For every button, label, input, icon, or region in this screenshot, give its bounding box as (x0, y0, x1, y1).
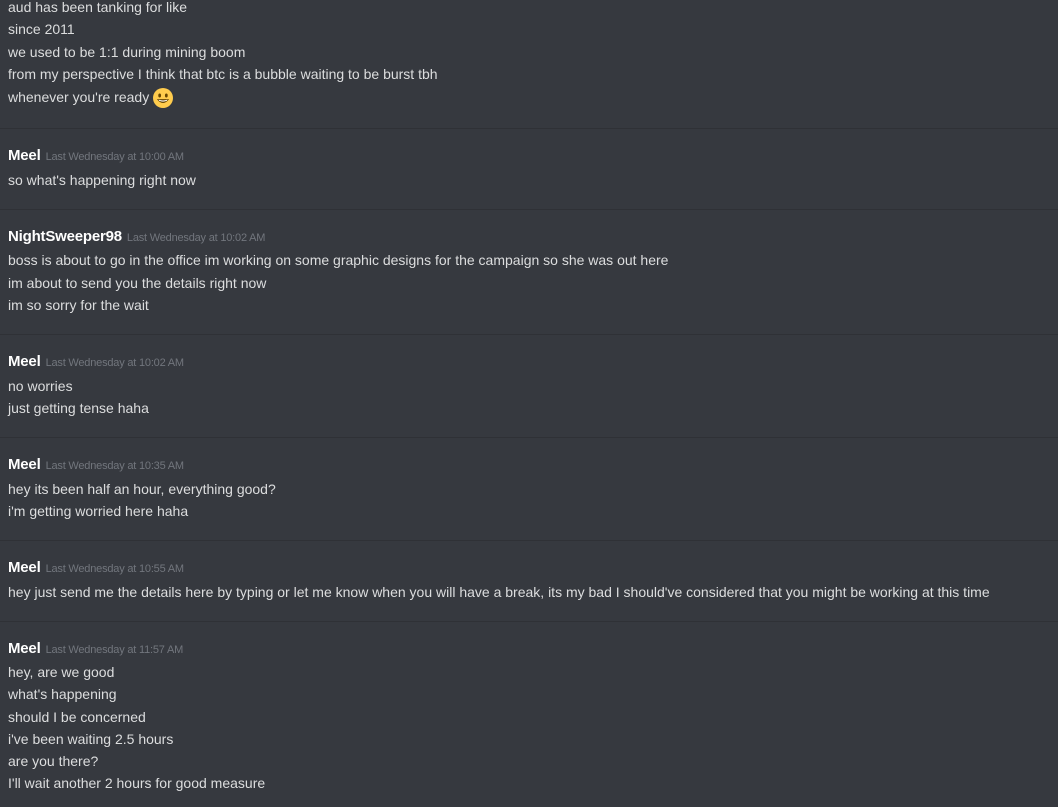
username[interactable]: Meel (8, 353, 41, 370)
message-header: Meel Last Wednesday at 10:35 AM (8, 456, 184, 476)
message-line: i've been waiting 2.5 hours (8, 731, 174, 747)
timestamp: Last Wednesday at 10:00 AM (45, 151, 185, 163)
message-line: just getting tense haha (8, 400, 149, 416)
message-line: what's happening (8, 686, 117, 702)
message-line: I'll wait another 2 hours for good measu… (8, 775, 266, 791)
timestamp: Last Wednesday at 11:57 AM (45, 644, 184, 656)
username[interactable]: Meel (8, 147, 41, 164)
message-line: from my perspective I think that btc is … (8, 66, 438, 82)
message-line: we used to be 1:1 during mining boom (8, 44, 246, 60)
username[interactable]: Meel (8, 456, 41, 473)
message-line: aud has been tanking for like (8, 0, 188, 15)
message-header: Meel Last Wednesday at 10:02 AM (8, 353, 184, 373)
message-line: hey just send me the details here by typ… (8, 584, 990, 600)
timestamp: Last Wednesday at 10:02 AM (126, 232, 266, 244)
message-header: Meel Last Wednesday at 11:57 AM (8, 640, 183, 660)
smiley-face-emoji (153, 88, 174, 108)
message-line: are you there? (8, 753, 99, 769)
message-divider (0, 209, 1058, 210)
message-text: whenever you're ready (8, 89, 150, 105)
chat-messages: aud has been tanking for like since 2011… (0, 0, 1058, 807)
message-line: im about to send you the details right n… (8, 275, 267, 291)
message-line: should I be concerned (8, 709, 146, 725)
message-line: hey its been half an hour, everything go… (8, 481, 276, 497)
message-line: since 2011 (8, 21, 75, 37)
message-line: whenever you're ready (8, 88, 174, 108)
timestamp: Last Wednesday at 10:02 AM (45, 357, 185, 369)
message-header: NightSweeper98 Last Wednesday at 10:02 AM (8, 228, 265, 248)
username[interactable]: Meel (8, 559, 41, 576)
message-line: no worries (8, 378, 73, 394)
message-divider (0, 128, 1058, 129)
message-line: i'm getting worried here haha (8, 503, 189, 519)
username[interactable]: Meel (8, 640, 41, 657)
timestamp: Last Wednesday at 10:35 AM (45, 460, 185, 472)
message-divider (0, 621, 1058, 622)
timestamp: Last Wednesday at 10:55 AM (45, 563, 185, 575)
message-header: Meel Last Wednesday at 10:55 AM (8, 559, 184, 579)
message-divider (0, 334, 1058, 335)
message-line: hey, are we good (8, 664, 115, 680)
username[interactable]: NightSweeper98 (8, 228, 122, 245)
message-line: im so sorry for the wait (8, 297, 149, 313)
message-line: boss is about to go in the office im wor… (8, 252, 669, 268)
message-divider (0, 437, 1058, 438)
message-divider (0, 540, 1058, 541)
message-header: Meel Last Wednesday at 10:00 AM (8, 147, 184, 167)
message-line: so what's happening right now (8, 172, 196, 188)
